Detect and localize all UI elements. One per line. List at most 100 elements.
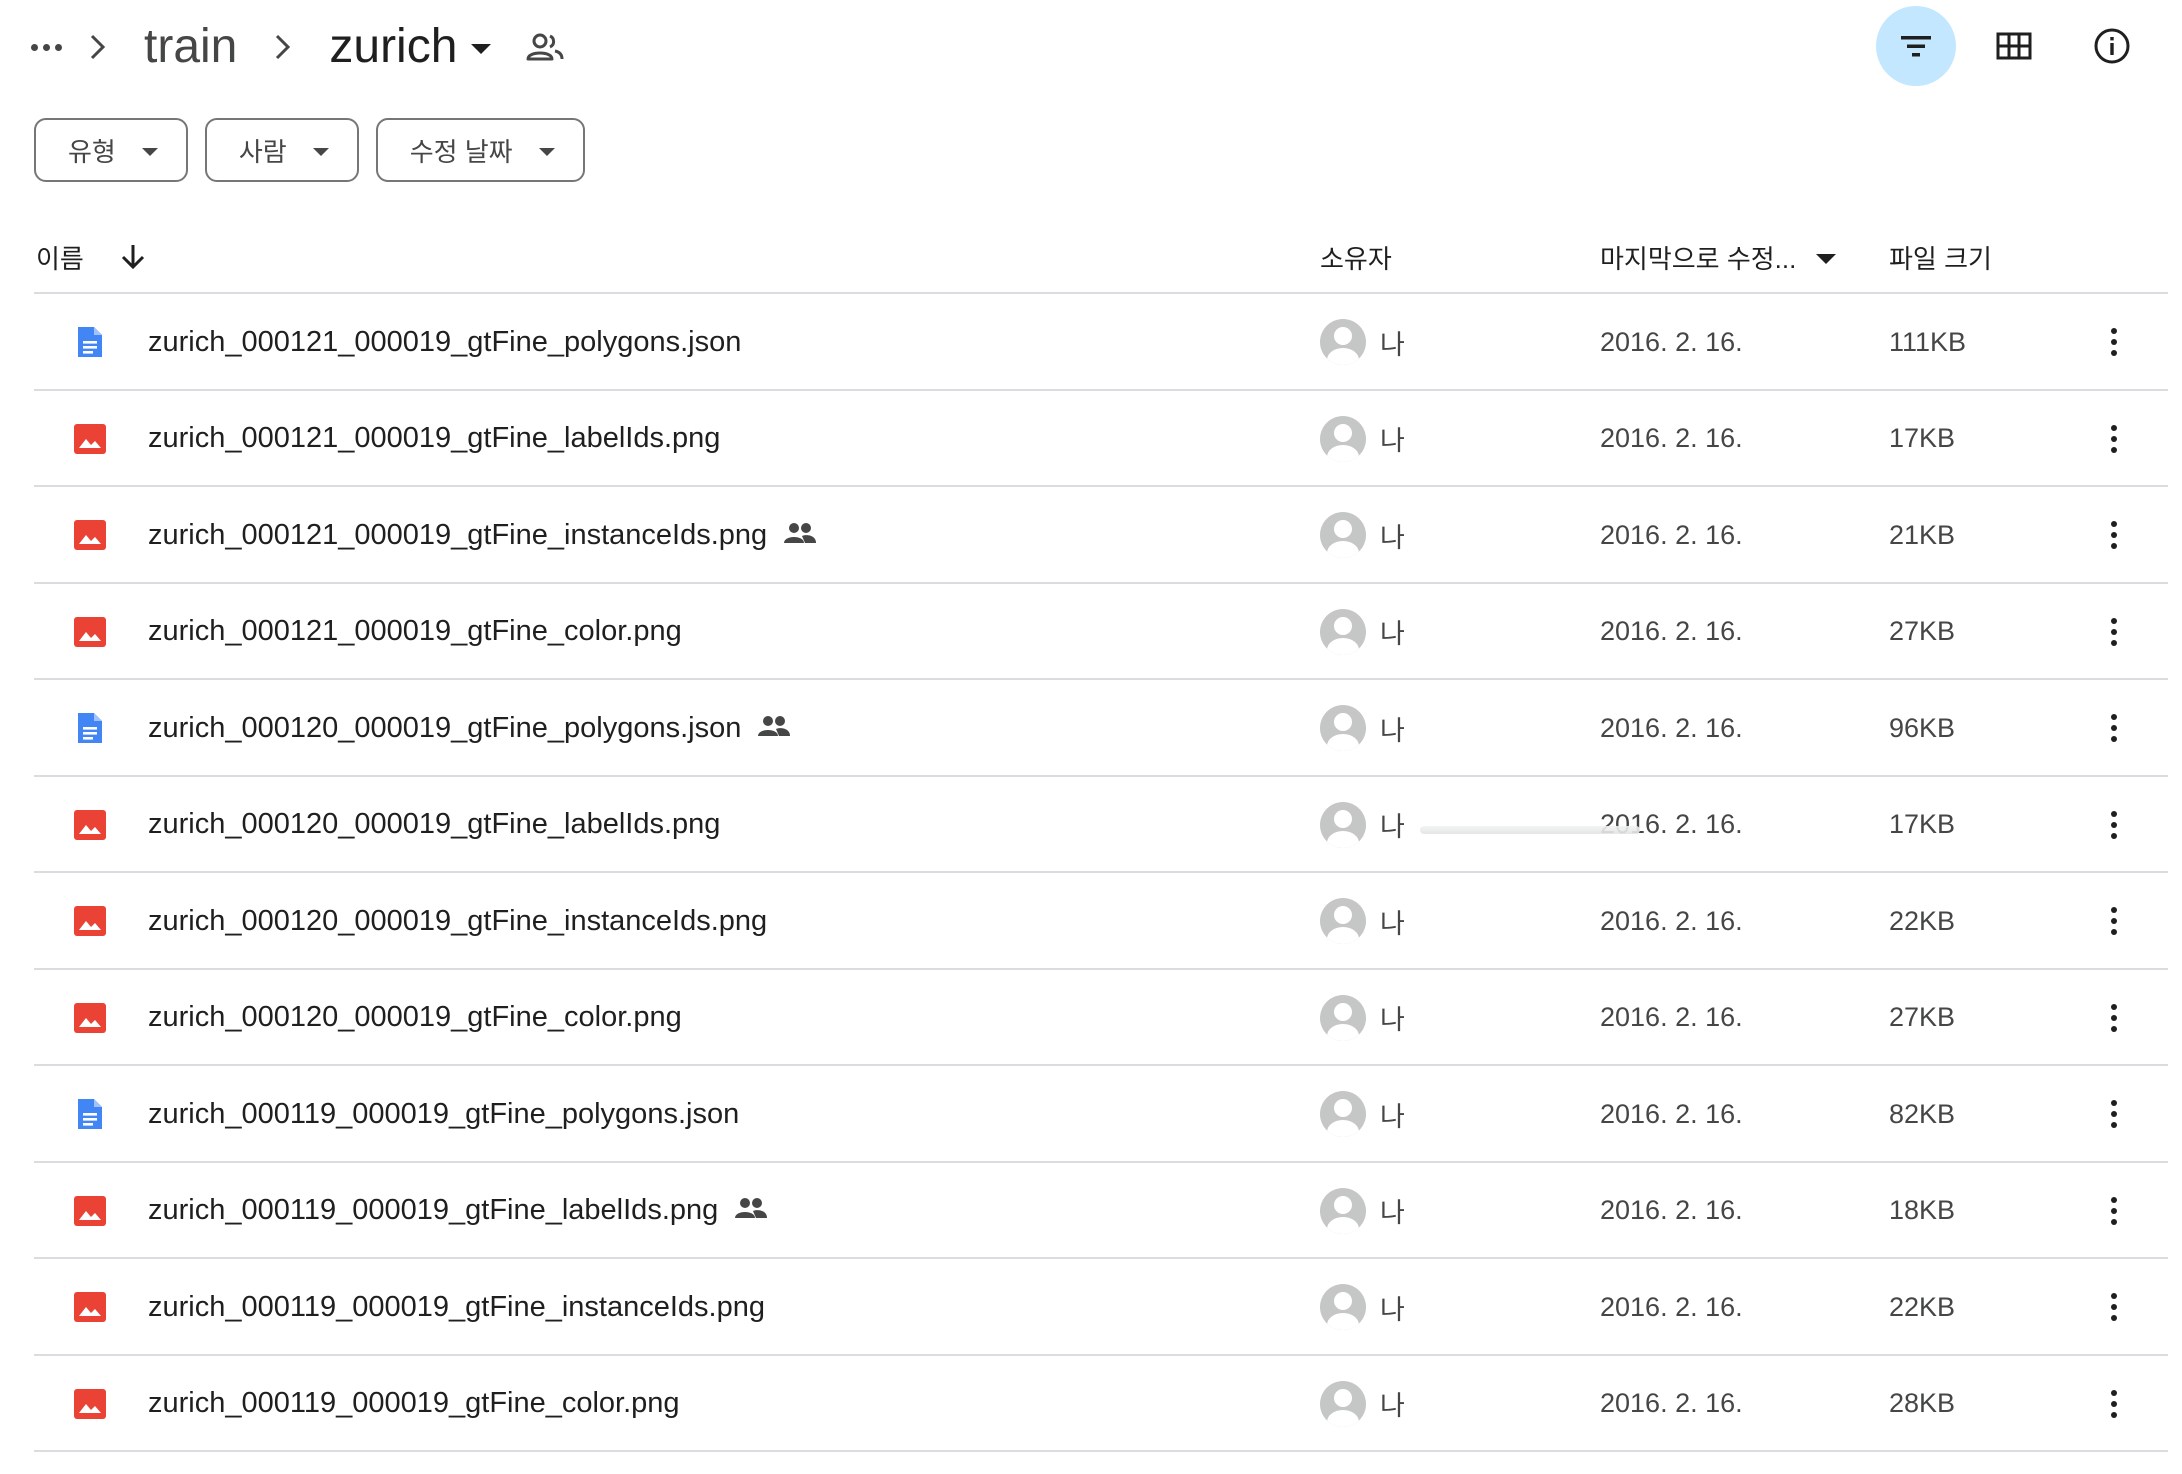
- name-column-header[interactable]: 이름: [36, 220, 146, 294]
- avatar: [1320, 512, 1366, 558]
- file-name-cell[interactable]: zurich_000120_000019_gtFine_polygons.jso…: [148, 680, 791, 776]
- owner-name: 나: [1380, 715, 1405, 746]
- table-row[interactable]: zurich_000120_000019_gtFine_polygons.jso…: [34, 680, 2168, 777]
- owner-cell: 나: [1320, 1356, 1405, 1452]
- drag-preview-line: [1420, 826, 1640, 834]
- owner-cell: 나: [1320, 1259, 1405, 1355]
- file-name-cell[interactable]: zurich_000120_000019_gtFine_color.png: [148, 970, 682, 1066]
- grid-view-button[interactable]: [1974, 6, 2054, 86]
- more-vert-icon[interactable]: [2094, 487, 2134, 583]
- image-icon: [70, 1259, 110, 1355]
- table-row[interactable]: zurich_000121_000019_gtFine_color.png 나 20…: [34, 584, 2168, 680]
- more-vert-icon[interactable]: [2094, 294, 2134, 390]
- file-name-cell[interactable]: zurich_000121_000019_gtFine_instanceIds.…: [148, 487, 817, 583]
- owner-name: 나: [1380, 522, 1405, 553]
- file-name-cell[interactable]: zurich_000120_000019_gtFine_labelIds.png: [148, 777, 720, 873]
- owner-name: 나: [1380, 1198, 1405, 1228]
- file-name: zurich_000120_000019_gtFine_labelIds.png: [148, 808, 721, 840]
- owner-cell: 나: [1320, 584, 1405, 680]
- type-filter-chip[interactable]: 유형: [34, 118, 188, 182]
- image-icon: [70, 584, 110, 680]
- current-folder-name: zurich: [329, 20, 458, 73]
- modified-filter-chip[interactable]: 수정 날짜: [375, 118, 585, 182]
- chevron-right-icon: [66, 27, 130, 67]
- arrow-drop-down-icon: [1816, 254, 1837, 264]
- owner-name: 나: [1380, 329, 1405, 360]
- more-horiz-icon[interactable]: [26, 27, 66, 67]
- modified-date: 2016. 2. 16.: [1600, 1098, 1743, 1129]
- modified-column-header[interactable]: 마지막으로 수정...: [1600, 220, 1837, 294]
- table-row[interactable]: zurich_000120_000019_gtFine_color.png 나 20…: [34, 970, 2168, 1066]
- file-size: 111KB: [1889, 326, 1967, 357]
- owner-cell: 나: [1320, 294, 1405, 390]
- owner-cell: 나: [1320, 680, 1405, 776]
- file-name-cell[interactable]: zurich_000121_000019_gtFine_color.png: [148, 584, 682, 680]
- table-row[interactable]: zurich_000121_000019_gtFine_instanceIds.…: [34, 487, 2168, 584]
- file-name-cell[interactable]: zurich_000120_000019_gtFine_instanceIds.…: [148, 873, 767, 969]
- owner-cell: 나: [1320, 1066, 1405, 1162]
- info-icon: [2094, 28, 2130, 64]
- people-icon: [783, 519, 817, 552]
- file-size: 27KB: [1889, 616, 1956, 646]
- people-icon: [734, 1194, 768, 1227]
- breadcrumb-item-current-folder[interactable]: zurich: [315, 17, 499, 77]
- arrow-drop-down-icon: [141, 148, 158, 156]
- more-vert-icon[interactable]: [2094, 777, 2134, 873]
- more-vert-icon[interactable]: [2094, 1066, 2134, 1162]
- file-name: zurich_000120_000019_gtFine_polygons.jso…: [148, 711, 742, 744]
- modified-date: 2016. 2. 16.: [1600, 519, 1743, 550]
- more-vert-icon[interactable]: [2094, 1163, 2134, 1259]
- arrow-drop-down-icon: [471, 44, 492, 54]
- details-button[interactable]: [2072, 6, 2152, 86]
- file-name-cell[interactable]: zurich_000119_000019_gtFine_polygons.jso…: [148, 1066, 739, 1162]
- file-name-cell[interactable]: zurich_000119_000019_gtFine_instanceIds.…: [148, 1259, 765, 1355]
- file-name-cell[interactable]: zurich_000121_000019_gtFine_labelIds.png: [148, 391, 720, 487]
- modified-date: 2016. 2. 16.: [1600, 423, 1743, 453]
- arrow-downward-icon[interactable]: [120, 243, 146, 271]
- document-icon: [70, 1066, 110, 1162]
- more-vert-icon[interactable]: [2094, 391, 2134, 487]
- name-header-label: 이름: [36, 243, 84, 274]
- size-column-header[interactable]: 파일 크기: [1889, 220, 1992, 294]
- table-header: 이름 소유자 마지막으로 수정... 파일 크기: [34, 220, 2168, 294]
- owner-name: 나: [1380, 1294, 1405, 1325]
- more-vert-icon[interactable]: [2094, 584, 2134, 680]
- more-vert-icon[interactable]: [2094, 873, 2134, 969]
- more-vert-icon[interactable]: [2094, 1259, 2134, 1355]
- avatar: [1320, 319, 1366, 365]
- people-outline-icon[interactable]: [515, 17, 575, 77]
- modified-date: 2016. 2. 16.: [1600, 326, 1743, 357]
- file-name-cell[interactable]: zurich_000121_000019_gtFine_polygons.jso…: [148, 294, 741, 390]
- filter-button[interactable]: [1876, 6, 1956, 86]
- table-row[interactable]: zurich_000121_000019_gtFine_labelIds.png…: [34, 391, 2168, 487]
- modified-header-label: 마지막으로 수정...: [1600, 243, 1797, 274]
- file-name-cell[interactable]: zurich_000119_000019_gtFine_color.png: [148, 1356, 680, 1452]
- more-vert-icon[interactable]: [2094, 970, 2134, 1066]
- table-row[interactable]: zurich_000120_000019_gtFine_labelIds.png…: [34, 777, 2168, 873]
- table-row[interactable]: zurich_000120_000019_gtFine_instanceIds.…: [34, 873, 2168, 970]
- avatar: [1320, 994, 1366, 1041]
- breadcrumb: train zurich: [26, 10, 575, 84]
- owner-cell: 나: [1320, 487, 1405, 583]
- image-icon: [70, 391, 110, 487]
- more-vert-icon[interactable]: [2094, 1356, 2134, 1452]
- file-size: 17KB: [1889, 423, 1956, 453]
- owner-cell: 나: [1320, 391, 1405, 487]
- avatar: [1320, 1380, 1366, 1427]
- modified-date: 2016. 2. 16.: [1600, 1195, 1743, 1225]
- file-name-cell[interactable]: zurich_000119_000019_gtFine_labelIds.png: [148, 1163, 768, 1259]
- people-filter-chip[interactable]: 사람: [204, 118, 359, 182]
- breadcrumb-item-train[interactable]: train: [130, 17, 251, 77]
- more-vert-icon[interactable]: [2094, 680, 2134, 776]
- table-row[interactable]: zurich_000119_000019_gtFine_instanceIds.…: [34, 1259, 2168, 1356]
- file-name: zurich_000121_000019_gtFine_polygons.jso…: [148, 325, 742, 358]
- table-row[interactable]: zurich_000119_000019_gtFine_color.png 나 20…: [34, 1356, 2168, 1452]
- table-row[interactable]: zurich_000119_000019_gtFine_polygons.jso…: [34, 1066, 2168, 1163]
- table-row[interactable]: zurich_000121_000019_gtFine_polygons.jso…: [34, 294, 2168, 391]
- owner-column-header[interactable]: 소유자: [1320, 220, 1392, 294]
- file-name: zurich_000119_000019_gtFine_labelIds.png: [148, 1194, 719, 1226]
- table-row[interactable]: zurich_000119_000019_gtFine_labelIds.png…: [34, 1163, 2168, 1259]
- avatar: [1320, 1091, 1366, 1137]
- image-icon: [70, 487, 110, 583]
- file-size: 17KB: [1889, 809, 1956, 839]
